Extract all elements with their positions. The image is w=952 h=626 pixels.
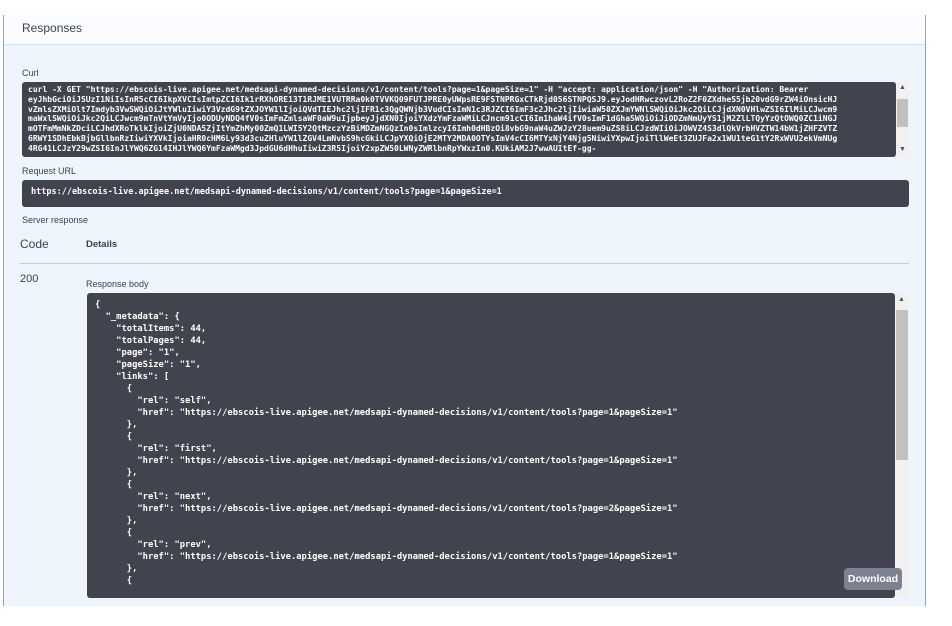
code-line: "_metadata": { [95, 312, 180, 322]
code-line: "links": [ [95, 372, 170, 382]
code-line: }, [95, 468, 138, 478]
response-code: 200 [20, 273, 39, 285]
code-line: "href": "https://ebscois-live.apigee.net… [95, 504, 678, 514]
download-button[interactable]: Download [844, 568, 902, 590]
request-url-label: Request URL [22, 166, 77, 176]
scroll-up-icon[interactable]: ▲ [899, 84, 906, 91]
scroll-down-icon[interactable]: ▼ [899, 146, 906, 153]
code-line: "pageSize": "1", [95, 360, 201, 370]
response-body-block[interactable]: { "_metadata": { "totalItems": 44, "tota… [87, 293, 895, 598]
code-line: { [95, 432, 133, 442]
code-line: }, [95, 420, 138, 430]
request-url-block[interactable]: https://ebscois-live.apigee.net/medsapi-… [22, 180, 909, 207]
response-body-text: { "_metadata": { "totalItems": 44, "tota… [95, 299, 887, 587]
code-line: }, [95, 516, 138, 526]
curl-scrollbar[interactable]: ▲ ▼ [896, 82, 909, 157]
code-line: { [95, 576, 133, 586]
code-line: eyJhbGciOiJSUzI1NiIsInR5cCI6IkpXVCIsImtp… [28, 94, 838, 104]
code-line: curl -X GET "https://ebscois-live.apigee… [28, 85, 809, 94]
curl-code-block[interactable]: curl -X GET "https://ebscois-live.apigee… [22, 82, 896, 157]
code-line: "rel": "prev", [95, 540, 212, 550]
code-line: "href": "https://ebscois-live.apigee.net… [95, 456, 678, 466]
responses-title: Responses [22, 21, 83, 35]
code-line: mOTFmMmNkZDciLCJhdXRoTklkIjoiZjU0NDA5ZjI… [28, 124, 838, 134]
curl-scrollbar-thumb[interactable] [897, 99, 908, 127]
header-divider [20, 263, 909, 264]
code-line: { [95, 528, 133, 538]
response-body-scrollbar-thumb[interactable] [896, 310, 908, 460]
scroll-up-icon[interactable]: ▲ [898, 296, 905, 303]
code-column-header: Code [20, 237, 49, 251]
code-line: "href": "https://ebscois-live.apigee.net… [95, 408, 678, 418]
code-line: "href": "https://ebscois-live.apigee.net… [95, 552, 678, 562]
code-line: 6RWY1SDhEbkBjbGllbnRzIiwiYXVkIjoiaHR0cHM… [28, 133, 838, 143]
code-line: { [95, 300, 101, 310]
code-line: "rel": "next", [95, 492, 212, 502]
code-line: }, [95, 564, 138, 574]
details-column-header: Details [86, 239, 118, 250]
response-body-scrollbar[interactable]: ▲ [895, 293, 909, 598]
response-body-label: Response body [86, 279, 149, 289]
responses-header: Responses [4, 15, 925, 45]
code-line: "rel": "self", [95, 396, 212, 406]
code-line: 4RG41LCJzY29wZSI6InJlYWQ6ZG14IHJlYWQ6YmF… [28, 143, 597, 153]
curl-label: Curl [22, 68, 39, 78]
code-line: "totalPages": 44, [95, 336, 207, 346]
server-response-label: Server response [22, 215, 89, 225]
code-line: "page": "1", [95, 348, 180, 358]
code-line: maWxlSWQiOiJkc2QiLCJwcm9mTnVtYmVyIjo0ODU… [28, 114, 838, 124]
code-line: "totalItems": 44, [95, 324, 207, 334]
curl-text: curl -X GET "https://ebscois-live.apigee… [28, 85, 890, 154]
code-line: { [95, 480, 133, 490]
code-line: vZmlsZXMiOlt7Imdyb3VwSWQiOiJtYWluIiwiY3V… [28, 104, 838, 114]
code-line: "rel": "first", [95, 444, 217, 454]
code-line: { [95, 384, 133, 394]
